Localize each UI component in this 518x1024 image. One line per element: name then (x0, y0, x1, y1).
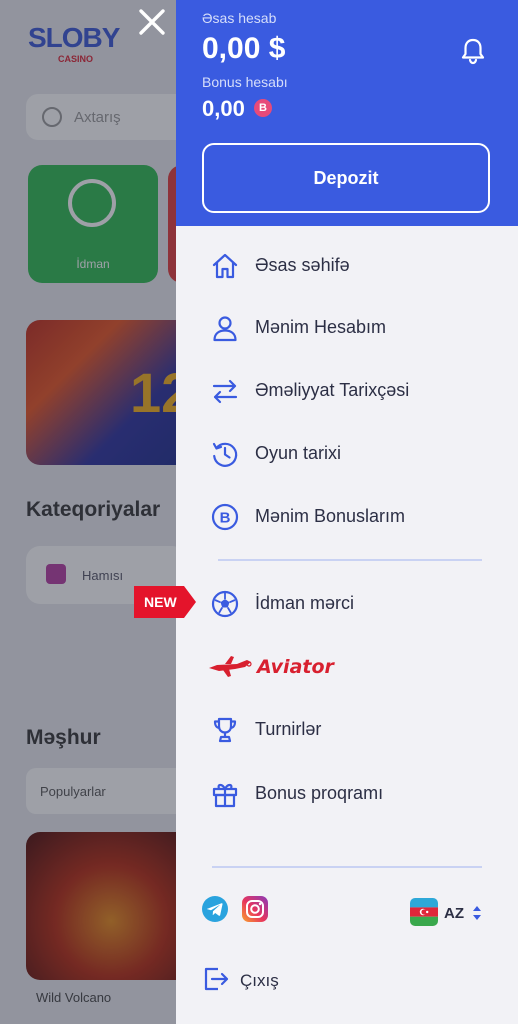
menu-item-aviator[interactable]: Aviator (207, 652, 334, 682)
footer-divider (212, 866, 482, 868)
telegram-icon (202, 896, 228, 922)
instagram-icon (242, 896, 268, 922)
sort-arrows-icon (473, 906, 481, 920)
menu-item-bonuses[interactable]: B Mənim Bonuslarım (176, 490, 518, 544)
bonus-account-value: 0,00 (202, 96, 245, 121)
home-icon (212, 253, 238, 279)
menu-item-bonus-program[interactable]: Bonus proqramı (176, 767, 518, 821)
close-icon (139, 9, 165, 35)
side-drawer: Əsas hesab 0,00 $ Bonus hesabı 0,00 B De… (176, 0, 518, 1024)
bell-icon (461, 38, 485, 65)
menu-item-account[interactable]: Mənim Hesabım (176, 301, 518, 355)
menu-label-game-history: Oyun tarixi (255, 443, 342, 463)
history-icon (212, 442, 238, 467)
logout-button[interactable]: Çıxış (176, 955, 376, 1005)
new-badge-label: NEW (144, 594, 177, 610)
aviator-plane-icon (209, 656, 252, 677)
menu-item-sports[interactable]: İdman mərci (176, 577, 518, 631)
main-account-value: 0,00 $ (202, 32, 286, 65)
balance-header: Əsas hesab 0,00 $ Bonus hesabı 0,00 B De… (176, 0, 518, 226)
user-icon (213, 316, 237, 342)
bonus-badge: B (254, 99, 272, 117)
menu-item-tournaments[interactable]: Turnirlər (176, 703, 518, 757)
svg-text:B: B (220, 510, 231, 527)
menu-item-transactions[interactable]: Əməliyyat Tarixçəsi (176, 364, 518, 418)
bonus-account-label: Bonus hesabı (202, 74, 288, 90)
logout-icon (204, 967, 229, 991)
menu-divider (218, 559, 482, 561)
menu-label-transactions: Əməliyyat Tarixçəsi (255, 380, 410, 400)
language-code: AZ (444, 905, 464, 922)
aviator-label: Aviator (257, 656, 334, 678)
menu-label-home: Əsas səhifə (255, 255, 350, 275)
trophy-icon (213, 717, 237, 743)
menu-label-bonus-program: Bonus proqramı (255, 783, 384, 803)
menu-label-account: Mənim Hesabım (255, 317, 387, 337)
menu-label-tournaments: Turnirlər (255, 719, 322, 739)
main-account-label: Əsas hesab (202, 10, 277, 26)
instagram-button[interactable] (242, 896, 268, 922)
notifications-button[interactable] (458, 36, 488, 66)
menu-label-sports: İdman mərci (255, 593, 355, 613)
menu-label-bonuses: Mənim Bonuslarım (255, 506, 406, 526)
soccer-ball-icon (211, 590, 239, 618)
menu-item-game-history[interactable]: Oyun tarixi (176, 427, 518, 481)
telegram-button[interactable] (202, 896, 228, 922)
azerbaijan-flag-icon (410, 898, 438, 926)
close-button[interactable] (134, 4, 170, 40)
deposit-button[interactable]: Depozit (202, 143, 490, 213)
menu-item-home[interactable]: Əsas səhifə (176, 239, 518, 293)
transfer-icon (212, 379, 238, 404)
new-badge: NEW (134, 586, 196, 618)
logout-label: Çıxış (240, 971, 279, 990)
language-selector[interactable]: AZ (410, 898, 490, 928)
bonus-b-icon: B (211, 503, 239, 531)
gift-icon (212, 783, 238, 808)
